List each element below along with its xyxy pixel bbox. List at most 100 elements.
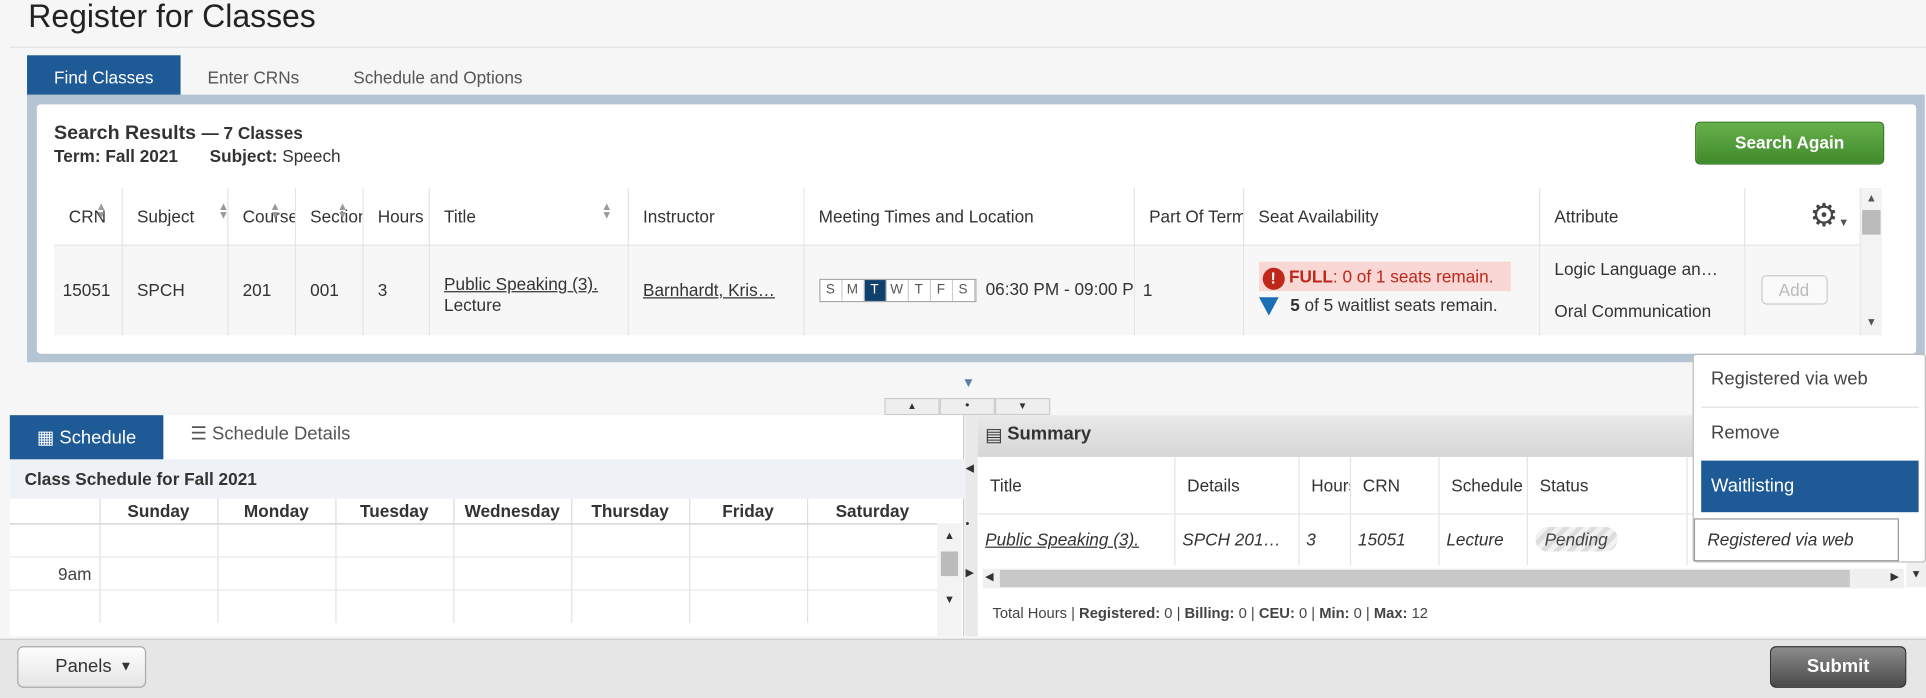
tab-enter-crns[interactable]: Enter CRNs [180,55,326,96]
col-hours[interactable]: Hours [362,187,430,246]
col-title[interactable]: Title ▲ ▼ [428,187,629,246]
summary-title-link[interactable]: Public Speaking (3). [985,530,1139,550]
expand-down-icon[interactable]: ▼ [994,397,1051,416]
class-schedule-title: Class Schedule for Fall 2021 [9,459,965,499]
add-button[interactable]: Add [1760,275,1828,305]
col-crn[interactable]: CRN ▲ ▼ [54,187,123,246]
cal-sunday: Sunday [98,498,218,524]
col-part-of-term[interactable]: Part Of Term [1133,187,1244,246]
scroll-down-icon[interactable]: ▼ [937,593,962,605]
cal-tuesday: Tuesday [334,498,454,524]
cal-wednesday: Wednesday [452,498,572,524]
cell-seats: ! FULL: 0 of 1 seats remain. 5 of 5 wait… [1243,244,1540,336]
calendar-row [9,522,938,557]
calendar-header: Sunday Monday Tuesday Wednesday Thursday… [9,498,938,524]
summary-schedule: Lecture [1438,512,1528,566]
time-label-9am: 9am [9,555,100,590]
scroll-thumb[interactable] [940,551,959,577]
collapse-left-icon[interactable]: ◀ [965,462,977,476]
results-heading: Search Results — 7 Classes [54,123,303,145]
split-handle-icon[interactable]: • [939,397,995,416]
day-wednesday: W [886,279,909,301]
day-sunday: S [819,279,842,301]
scroll-up-icon[interactable]: ▲ [937,529,962,541]
calendar-scrollbar[interactable]: ▲ ▼ [937,523,962,637]
menu-item-remove[interactable]: Remove [1701,408,1918,460]
results-header-row: CRN▲▼ Subject▲▼ Course▲▼ Section▲▼ Hours… [54,187,1861,246]
col-subject[interactable]: Subject▲▼ [121,187,228,246]
gear-icon[interactable]: ⚙ [1810,197,1839,234]
scroll-right-icon[interactable]: ▶ [1890,570,1899,584]
split-handle-icon[interactable]: • [965,517,977,529]
col-course[interactable]: Course ▲ ▼ [227,187,296,246]
tab-find-classes[interactable]: Find Classes [27,55,181,96]
day-tuesday: T [864,279,887,301]
scroll-down-icon[interactable]: ▼ [1861,316,1882,328]
results-table: CRN▲▼ Subject▲▼ Course▲▼ Section▲▼ Hours… [54,187,1861,336]
search-again-button[interactable]: Search Again [1695,121,1885,165]
results-count: — 7 Classes [201,122,303,143]
panels-button[interactable]: Panels ▼ [17,646,147,688]
course-title-link[interactable]: Public Speaking (3). [444,274,598,294]
cell-instructor: Barnhardt, Kris… [627,244,804,336]
course-type: Lecture [444,295,502,315]
action-select[interactable]: Registered via web [1693,518,1899,562]
waitlist-text: of 5 waitlist seats remain. [1299,295,1498,315]
cell-meeting: SMTWTFS 06:30 PM - 09:00 PM [803,244,1135,336]
calendar-row [9,588,938,623]
cell-hours: 3 [362,244,430,336]
split-gutter[interactable]: ◀ • ▶ [965,415,978,637]
title-divider [9,46,1926,48]
summary-crn: 15051 [1349,512,1439,566]
total-hours: Total Hours | Registered: 0 | Billing: 0… [992,604,1428,622]
summary-icon: ▤ [985,424,1003,446]
results-scrollbar[interactable]: ▲ ▼ [1860,187,1882,336]
col-section[interactable]: Section ▲ ▼ [294,187,363,246]
cell-section: 001 [294,244,363,336]
cell-subject: SPCH [121,244,228,336]
sum-col-schedule[interactable]: Schedule [1438,456,1528,514]
menu-item-registered[interactable]: Registered via web [1701,354,1918,406]
sum-col-title[interactable]: Title [977,456,1175,514]
table-row: 15051 SPCH 201 001 3 Public Speaking (3)… [54,244,1861,336]
sum-col-details[interactable]: Details [1174,456,1299,514]
collapse-arrow-icon[interactable]: ▼ [962,376,975,391]
tab-schedule-details[interactable]: ☰ Schedule Details [190,423,350,445]
results-heading-text: Search Results [54,122,197,144]
collapse-right-icon[interactable]: ▶ [965,566,977,580]
scroll-thumb[interactable] [999,569,1850,588]
tab-schedule-options[interactable]: Schedule and Options [326,55,549,96]
col-settings[interactable]: ⚙▼ [1744,187,1861,246]
day-monday: M [841,279,865,301]
submit-button[interactable]: Submit [1769,646,1907,688]
sum-col-hours[interactable]: Hours [1298,456,1351,514]
summary-title: Summary [1007,423,1092,445]
sum-col-status[interactable]: Status [1526,456,1688,514]
scroll-left-icon[interactable]: ◀ [985,570,994,584]
col-meeting-times[interactable]: Meeting Times and Location [803,187,1135,246]
day-thursday: T [908,279,931,301]
cell-crn: 15051 [54,244,123,336]
sum-col-crn[interactable]: CRN [1349,456,1439,514]
col-attribute[interactable]: Attribute [1539,187,1745,246]
term-label: Term: [54,146,101,166]
results-filters: Term: Fall 2021 Subject: Speech [54,146,341,166]
expand-up-icon[interactable]: ▲ [884,397,940,416]
meeting-days: SMTWTFS [818,278,976,302]
attribute-1: Logic Language an… [1554,259,1718,280]
attribute-2: Oral Communication [1554,301,1712,321]
tab-schedule[interactable]: ▦ Schedule [9,415,164,460]
cell-course: 201 [227,244,296,336]
col-seat-availability[interactable]: Seat Availability [1243,187,1540,246]
subject-value: Speech [282,146,341,166]
cal-friday: Friday [688,498,807,524]
waitlist-warning-icon [1258,297,1279,316]
col-instructor[interactable]: Instructor [627,187,804,246]
scroll-thumb[interactable] [1862,210,1881,235]
scroll-down-icon[interactable]: ▼ [1906,567,1926,579]
instructor-link[interactable]: Barnhardt, Kris… [643,280,775,300]
menu-item-waitlisting[interactable]: Waitlisting [1701,460,1919,513]
calendar-icon: ▦ [36,427,55,449]
scroll-up-icon[interactable]: ▲ [1861,192,1882,204]
day-friday: F [930,279,953,301]
